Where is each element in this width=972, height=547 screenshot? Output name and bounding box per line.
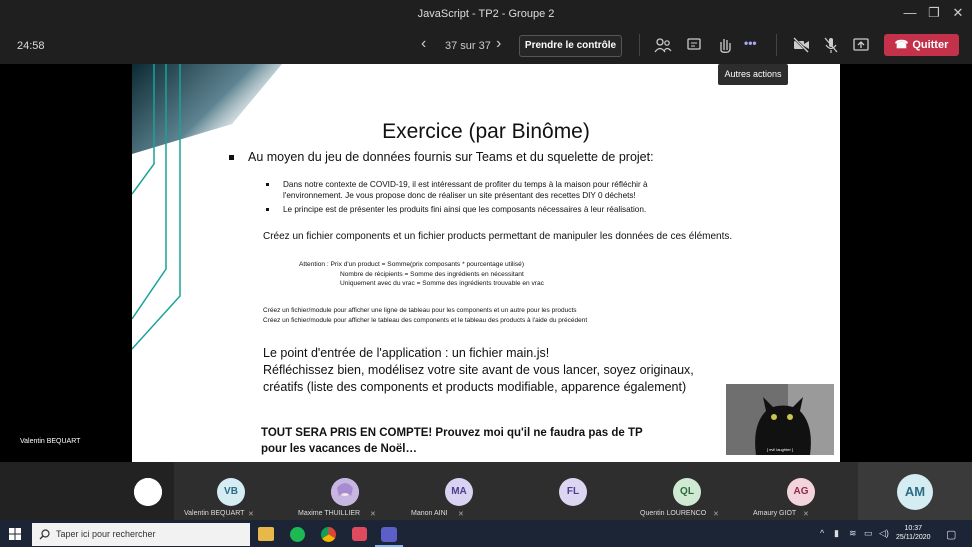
title-bar: JavaScript - TP2 - Groupe 2 — ❐ ✕ (0, 0, 972, 28)
sub-bullet-text: Dans notre contexte de COVID-19, il est … (283, 180, 648, 200)
closing-line: TOUT SERA PRIS EN COMPTE! Prouvez moi qu… (261, 427, 643, 439)
attention-block: Attention : Prix d'un product = Somme(pr… (299, 260, 544, 289)
participant-avatar: FL (559, 478, 587, 506)
previous-slide-icon[interactable]: ‹ (421, 35, 426, 53)
spotify-icon[interactable] (290, 527, 305, 542)
attention-line: Nombre de récipients = Somme des ingrédi… (340, 270, 524, 278)
image-caption: [ evil laughter ] (766, 447, 793, 452)
participant-name: Maxime THUILLIER (298, 510, 361, 517)
participant-name: Quentin LOURENCO (640, 510, 707, 517)
main-bullet: Au moyen du jeu de données fournis sur T… (229, 150, 654, 164)
clock-date: 25/11/2020 (896, 534, 931, 541)
more-actions-tooltip: Autres actions (718, 64, 788, 85)
toolbar-divider (639, 34, 640, 56)
main-bullet-text: Au moyen du jeu de données fournis sur T… (248, 150, 654, 164)
meeting-timer: 24:58 (17, 40, 45, 52)
participant-avatar: AM (897, 474, 933, 510)
network-icon[interactable]: ≋ (849, 528, 857, 539)
participant-tile[interactable] (0, 462, 162, 520)
closing-line: pour les vacances de Noël… (261, 443, 417, 455)
leave-label: Quitter (912, 39, 949, 51)
participant-name: Amaury GIOT (753, 510, 797, 517)
black-cat-picture (726, 384, 834, 455)
entry-point-block: Le point d'entrée de l'application : un … (263, 345, 733, 396)
camera-off-icon[interactable] (791, 35, 811, 55)
raise-hand-icon[interactable] (714, 35, 734, 55)
mic-muted-icon: ✕ (248, 511, 254, 518)
participant-name: Manon AINI (411, 510, 448, 517)
participant-avatar (331, 478, 359, 506)
closing-block: TOUT SERA PRIS EN COMPTE! Prouvez moi qu… (261, 425, 643, 457)
module-line: Créez un fichier/module pour afficher le… (263, 316, 588, 324)
attention-line: Attention : Prix d'un product = Somme(pr… (299, 261, 525, 268)
participant-avatar: VB (217, 478, 245, 506)
anime-avatar-picture (331, 478, 359, 506)
minimize-icon[interactable]: — (902, 5, 918, 20)
volume-icon[interactable]: ◁) (879, 528, 889, 539)
entry-line: Le point d'entrée de l'application : un … (263, 346, 550, 360)
participant-avatar (134, 478, 162, 506)
module-instructions: Créez un fichier/module pour afficher un… (263, 306, 587, 325)
toolbar-divider (776, 34, 777, 56)
sub-bullet-text: Le principe est de présenter les produit… (283, 205, 647, 214)
participant-name: Valentin BEQUART (184, 510, 245, 517)
participant-avatar: MA (445, 478, 473, 506)
entry-line: Réfléchissez bien, modélisez votre site … (263, 363, 694, 377)
bullet-marker (266, 183, 269, 186)
window-title: JavaScript - TP2 - Groupe 2 (417, 8, 555, 20)
share-screen-icon[interactable] (851, 35, 871, 55)
module-line: Créez un fichier/module pour afficher un… (263, 307, 577, 314)
bullet-marker (266, 208, 269, 211)
participant-avatar: AG (787, 478, 815, 506)
leave-button[interactable]: ☎ Quitter (884, 34, 959, 56)
cat-image: [ evil laughter ] (726, 384, 834, 455)
search-icon (39, 529, 50, 540)
close-icon[interactable]: ✕ (950, 5, 966, 21)
snip-tool-icon[interactable] (352, 527, 367, 541)
participants-icon[interactable] (653, 35, 673, 55)
file-explorer-icon[interactable] (258, 527, 274, 541)
windows-start-icon[interactable] (9, 528, 21, 540)
mic-muted-icon: ✕ (713, 511, 719, 518)
sub-bullet: Dans notre contexte de COVID-19, il est … (266, 179, 706, 201)
search-placeholder: Taper ici pour rechercher (56, 529, 156, 539)
sub-bullet: Le principe est de présenter les produit… (266, 204, 706, 215)
next-slide-icon[interactable]: › (496, 35, 501, 53)
phone-hangup-icon: ☎ (894, 39, 909, 51)
battery-icon[interactable]: ▭ (864, 528, 873, 539)
bullet-marker (229, 155, 234, 161)
more-actions-icon[interactable]: ••• (744, 36, 764, 56)
slide-title: Exercice (par Binôme) (382, 120, 590, 143)
mic-muted-icon: ✕ (803, 511, 809, 518)
tray-app-icon[interactable]: ▮ (834, 528, 839, 539)
clock-time: 10:37 (904, 525, 923, 532)
taskbar-search-box[interactable]: Taper ici pour rechercher (32, 523, 250, 546)
attention-line: Uniquement avec du vrac = Somme des ingr… (340, 280, 544, 287)
mic-muted-icon: ✕ (458, 511, 464, 518)
take-control-button[interactable]: Prendre le contrôle (519, 35, 622, 57)
meeting-toolbar: 24:58 ‹ 37 sur 37 › Prendre le contrôle … (0, 28, 972, 64)
speaker-name: Valentin BEQUART (20, 438, 81, 445)
create-files-text: Créez un fichier components et un fichie… (263, 231, 733, 242)
maximize-icon[interactable]: ❐ (926, 5, 942, 21)
presentation-slide: Exercice (par Binôme) Au moyen du jeu de… (132, 64, 840, 462)
entry-line: créatifs (liste des components et produc… (263, 380, 687, 394)
participant-avatar: QL (673, 478, 701, 506)
mic-off-icon[interactable] (821, 35, 841, 55)
notifications-icon[interactable]: ▢ (946, 528, 956, 541)
chat-icon[interactable] (684, 35, 704, 55)
teams-icon[interactable] (381, 527, 397, 542)
taskbar-clock[interactable]: 10:37 25/11/2020 (896, 524, 931, 542)
mic-muted-icon: ✕ (370, 511, 376, 518)
tray-chevron-icon[interactable]: ^ (820, 528, 824, 538)
chrome-icon[interactable] (321, 527, 336, 542)
page-counter: 37 sur 37 (445, 40, 491, 52)
